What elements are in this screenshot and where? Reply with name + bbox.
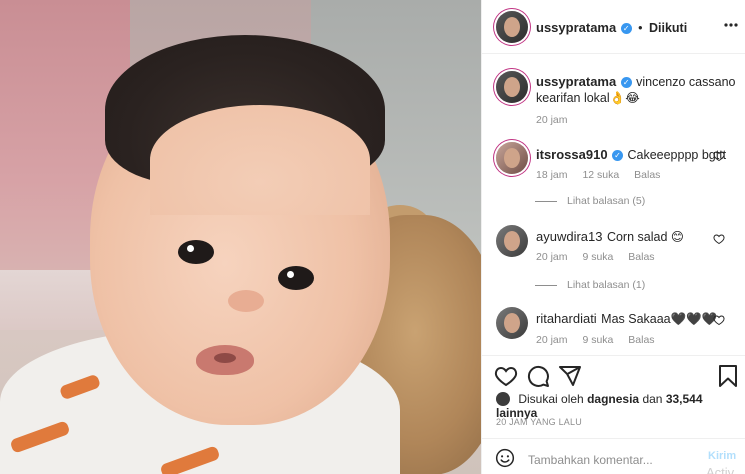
photo-baby-forehead xyxy=(150,105,370,215)
view-replies-label: Lihat balasan (5) xyxy=(567,195,646,207)
comment-likes[interactable]: 9 suka xyxy=(582,334,613,346)
header-user: ussypratama ✓ • Diikuti xyxy=(536,19,687,37)
likes-user[interactable]: dagnesia xyxy=(587,392,639,406)
likes-summary[interactable]: Disukai oleh dagnesia dan 33,544 lainnya xyxy=(496,392,745,420)
avatar xyxy=(496,392,510,406)
avatar[interactable] xyxy=(496,307,528,339)
comment: itsrossa910 ✓ Cakeeepppp bgttt xyxy=(536,146,726,164)
comment-text: Mas Sakaaa🖤🖤🖤 xyxy=(601,312,718,326)
share-icon[interactable] xyxy=(558,364,582,388)
activation-watermark: Activ xyxy=(706,465,735,474)
post-actions: Disukai oleh dagnesia dan 33,544 lainnya… xyxy=(482,355,745,474)
caption-username[interactable]: ussypratama xyxy=(536,74,616,89)
verified-icon: ✓ xyxy=(612,150,624,161)
verified-icon: ✓ xyxy=(620,23,632,34)
comment: ayuwdira13 Corn salad 😊 xyxy=(536,228,684,246)
photo-baby-mouth xyxy=(196,345,254,375)
photo-baby-eye xyxy=(278,266,314,290)
post-timestamp: 20 JAM YANG LALU xyxy=(496,417,582,427)
comment-input[interactable]: Tambahkan komentar... xyxy=(528,453,653,467)
comment-meta: 20 jam 9 suka Balas xyxy=(536,251,667,263)
bookmark-icon[interactable] xyxy=(716,364,740,388)
reply-button[interactable]: Balas xyxy=(628,251,654,263)
comment-text: Cakeeepppp bgttt xyxy=(627,148,727,162)
comment-time: 20 jam xyxy=(536,251,568,263)
add-comment-bar: Tambahkan komentar... Kirim Activ xyxy=(482,438,745,474)
comment-like-icon[interactable] xyxy=(713,233,725,245)
replies-line xyxy=(535,200,557,202)
comment-username[interactable]: ritahardiati xyxy=(536,311,597,326)
avatar[interactable] xyxy=(496,71,528,103)
header-separator: • xyxy=(638,21,643,35)
view-replies[interactable]: Lihat balasan (1) xyxy=(535,279,645,291)
photo-baby-nose xyxy=(228,290,264,312)
emoji-icon[interactable] xyxy=(495,448,515,468)
avatar[interactable] xyxy=(496,11,528,43)
header-username[interactable]: ussypratama xyxy=(536,20,616,35)
comment-time: 18 jam xyxy=(536,169,568,181)
verified-icon: ✓ xyxy=(620,77,632,88)
comment-text: Corn salad 😊 xyxy=(606,230,684,244)
view-replies[interactable]: Lihat balasan (5) xyxy=(535,195,645,207)
reply-button[interactable]: Balas xyxy=(634,169,660,181)
caption-time: 20 jam xyxy=(536,114,568,126)
comment-meta: 20 jam 9 suka Balas xyxy=(536,334,667,346)
reply-button[interactable]: Balas xyxy=(628,334,654,346)
instagram-post-view: ussypratama ✓ • Diikuti ussypratama ✓ vi… xyxy=(0,0,745,474)
comment-username[interactable]: itsrossa910 xyxy=(536,147,608,162)
post-header: ussypratama ✓ • Diikuti xyxy=(482,0,745,54)
follow-status[interactable]: Diikuti xyxy=(649,21,687,35)
post-side-panel: ussypratama ✓ • Diikuti ussypratama ✓ vi… xyxy=(481,0,745,474)
comment-meta: 18 jam 12 suka Balas xyxy=(536,169,672,181)
view-replies-label: Lihat balasan (1) xyxy=(567,279,646,291)
photo-baby-eye xyxy=(178,240,214,264)
comment-likes[interactable]: 9 suka xyxy=(582,251,613,263)
comment-likes[interactable]: 12 suka xyxy=(582,169,619,181)
comment-like-icon[interactable] xyxy=(713,150,725,162)
comment-username[interactable]: ayuwdira13 xyxy=(536,229,603,244)
caption: ussypratama ✓ vincenzo cassano kearifan … xyxy=(536,74,736,106)
replies-line xyxy=(535,284,557,286)
heart-icon[interactable] xyxy=(494,364,518,388)
comment: ritahardiati Mas Sakaaa🖤🖤🖤 xyxy=(536,310,717,328)
likes-prefix: Disukai oleh xyxy=(518,392,584,406)
comment-like-icon[interactable] xyxy=(713,314,725,326)
avatar[interactable] xyxy=(496,142,528,174)
post-comment-button[interactable]: Kirim xyxy=(708,450,736,462)
more-icon[interactable] xyxy=(724,22,738,28)
comment-icon[interactable] xyxy=(526,364,550,388)
likes-joiner: dan xyxy=(642,392,663,406)
post-photo[interactable] xyxy=(0,0,481,474)
comment-time: 20 jam xyxy=(536,334,568,346)
avatar[interactable] xyxy=(496,225,528,257)
